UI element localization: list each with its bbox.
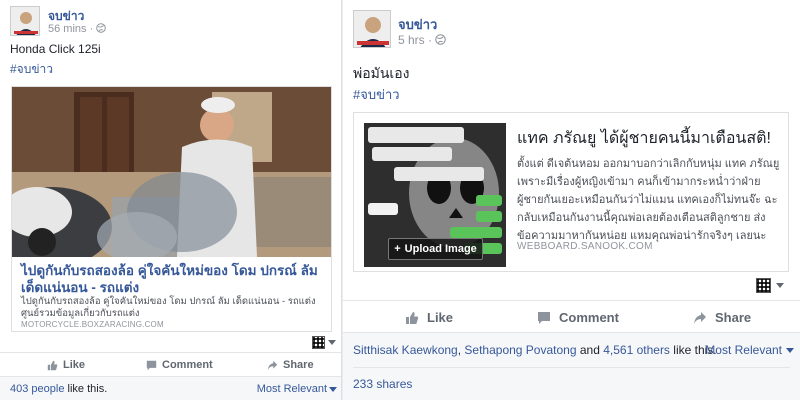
upload-image-button[interactable]: + Upload Image (388, 238, 483, 260)
link-preview-image[interactable] (12, 87, 331, 257)
likes-count-link[interactable]: 403 people (10, 383, 64, 395)
likes-summary: Sitthisak Kaewkong, Sethapong Povatong a… (353, 343, 717, 357)
share-arrow-icon (267, 360, 278, 370)
action-bar: Like Comment Share (343, 300, 800, 332)
hashtag-link[interactable]: #จบข่าว (10, 60, 53, 79)
share-button[interactable]: Share (693, 310, 751, 325)
chevron-down-icon (776, 283, 784, 288)
action-bar: Like Comment Share (0, 352, 341, 376)
dot-separator: · (428, 33, 436, 47)
liker-name-link[interactable]: Sethapong Povatong (464, 343, 576, 357)
sort-label: Most Relevant (256, 383, 327, 395)
link-preview-image[interactable]: + Upload Image (364, 123, 506, 267)
like-label: Like (427, 310, 454, 325)
plus-icon: + (394, 243, 401, 255)
link-preview-card[interactable]: + Upload Image แทค ภรัณยู ได้ผู้ชายคนนี้… (353, 112, 789, 272)
like-button[interactable]: Like (405, 310, 453, 325)
divider (353, 367, 790, 368)
caret-down-icon (329, 386, 337, 392)
link-description: ตั้งแต่ ดีเจต้นหอม ออกมาบอกว่าเลิกกับหนุ… (517, 158, 780, 242)
page-name-link[interactable]: จบข่าว (398, 14, 437, 35)
others-count-link[interactable]: 4,561 others (603, 343, 670, 357)
user-avatar-icon (312, 336, 325, 349)
upload-image-label: Upload Image (404, 243, 477, 255)
sort-dropdown[interactable]: Most Relevant (705, 343, 794, 357)
comment-button[interactable]: Comment (537, 310, 619, 325)
comment-icon (146, 360, 157, 370)
link-description: ไปดูกันกับรถสองล้อ คู่ใจคันใหม่ของ โดม ป… (21, 296, 316, 319)
thumbs-up-icon (406, 311, 419, 324)
share-arrow-icon (694, 311, 706, 324)
page-avatar[interactable] (10, 6, 40, 36)
share-label: Share (715, 310, 752, 325)
comment-label: Comment (162, 359, 213, 371)
likes-bar: Sitthisak Kaewkong, Sethapong Povatong a… (343, 332, 800, 400)
likers-and: and (576, 343, 604, 357)
globe-icon (96, 23, 107, 33)
user-avatar-icon (756, 278, 771, 293)
likes-summary: 403 people like this. (10, 383, 107, 395)
comment-label: Comment (559, 310, 619, 325)
chevron-down-icon (328, 340, 336, 345)
sort-label: Most Relevant (705, 343, 782, 357)
sort-dropdown[interactable]: Most Relevant (257, 383, 337, 395)
hashtag-link[interactable]: #จบข่าว (353, 84, 400, 105)
post-text: พ่อมันเอง (353, 65, 410, 81)
link-domain: WEBBOARD.SANOOK.COM (517, 241, 653, 252)
like-label: Like (63, 359, 86, 371)
comment-icon (538, 311, 550, 324)
post-header: จบข่าว 56 mins · (10, 6, 107, 38)
share-label: Share (283, 359, 314, 371)
likes-bar: 403 people like this. Most Relevant (0, 376, 341, 400)
time-text: 5 hrs (398, 33, 425, 47)
shares-count-link[interactable]: 233 shares (353, 377, 790, 391)
likes-suffix: like this. (64, 383, 108, 395)
comment-button[interactable]: Comment (146, 359, 213, 371)
post-text: Honda Click 125i (10, 42, 101, 56)
liker-name-link[interactable]: Sitthisak Kaewkong (353, 343, 458, 357)
link-title[interactable]: ไปดูกันกับรถสองล้อ คู่ใจคันใหม่ของ โดม ป… (21, 262, 321, 296)
like-button[interactable]: Like (47, 359, 85, 371)
post-time[interactable]: 5 hrs · (398, 33, 447, 47)
page-avatar[interactable] (353, 10, 391, 48)
globe-icon (435, 34, 447, 45)
link-title[interactable]: แทค ภรัณยู ได้ผู้ชายคนนี้มาเตือนสติ! (517, 129, 782, 149)
post-options[interactable] (756, 278, 784, 293)
right-post: จบข่าว 5 hrs · พ่อมันเอง #จบข่าว + Uploa… (343, 0, 800, 400)
post-time[interactable]: 56 mins · (48, 23, 107, 35)
link-domain: MOTORCYCLE.BOXZARACING.COM (21, 320, 164, 329)
dot-separator: · (89, 23, 97, 35)
link-preview-card[interactable]: ไปดูกันกับรถสองล้อ คู่ใจคันใหม่ของ โดม ป… (11, 86, 332, 332)
left-post: จบข่าว 56 mins · Honda Click 125i #จบข่า… (0, 0, 342, 400)
caret-down-icon (786, 347, 794, 353)
post-options[interactable] (312, 336, 336, 349)
thumbs-up-icon (47, 360, 58, 370)
time-text: 56 mins (48, 23, 87, 35)
share-button[interactable]: Share (267, 359, 314, 371)
